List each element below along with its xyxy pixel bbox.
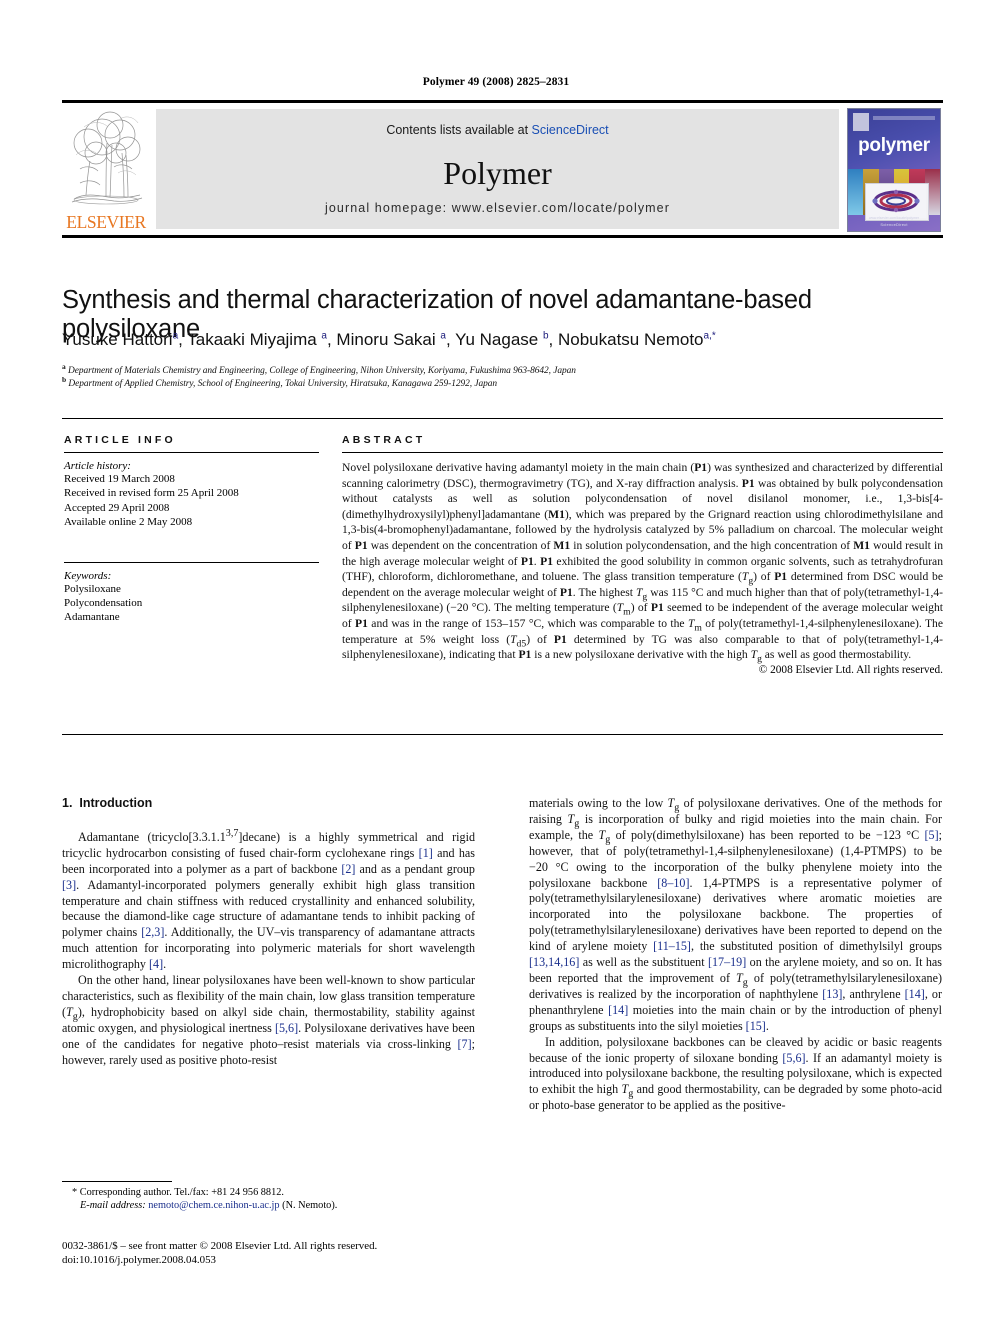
keyword-item: Polycondensation (64, 597, 143, 610)
article-history-item: Received in revised form 25 April 2008 (64, 487, 239, 500)
body-column-left: 1. Introduction Adamantane (tricyclo[3.3… (62, 796, 475, 1069)
journal-homepage-link[interactable]: journal homepage: www.elsevier.com/locat… (156, 201, 839, 215)
elsevier-logo: ELSEVIER (62, 103, 150, 235)
keyword-item: Adamantane (64, 611, 120, 624)
abstract-block-bottom-rule (62, 734, 943, 735)
paragraph: materials owing to the low Tg of polysil… (529, 796, 942, 1033)
body-column-right: materials owing to the low Tg of polysil… (529, 796, 942, 1114)
footnote-rule (62, 1181, 172, 1182)
cover-footer-brand: ScienceDirect (880, 222, 908, 227)
affiliation-b: b Department of Applied Chemistry, Schoo… (62, 374, 498, 389)
abstract-heading: ABSTRACT (342, 434, 426, 446)
contents-prefix: Contents lists available at (386, 123, 532, 137)
footnote-block: * Corresponding author. Tel./fax: +81 24… (62, 1186, 475, 1213)
cover-image: polymer www.elsevier.com/locate/polymer … (847, 108, 941, 232)
journal-article-page: Polymer 49 (2008) 2825–2831 ELSEVIER Con… (0, 0, 992, 1323)
article-history-label: Article history: (64, 460, 131, 472)
cover-title-text: polymer (858, 135, 930, 156)
email-owner: (N. Nemoto). (282, 1200, 338, 1212)
abstract-text: Novel polysiloxane derivative having ada… (342, 461, 944, 665)
keywords-label: Keywords: (64, 569, 112, 582)
article-history-item: Accepted 29 April 2008 (64, 501, 170, 514)
elsevier-wordmark: ELSEVIER (66, 212, 146, 232)
doi-line: doi:10.1016/j.polymer.2008.04.053 (62, 1253, 216, 1266)
masthead-center-band: Contents lists available at ScienceDirec… (156, 109, 839, 229)
article-info-spacer (64, 530, 319, 558)
abstract-copyright: © 2008 Elsevier Ltd. All rights reserved… (758, 663, 943, 676)
journal-title: Polymer (443, 155, 552, 191)
issn-line: 0032-3861/$ – see front matter © 2008 El… (62, 1240, 378, 1252)
cover-caption: www.elsevier.com/locate/polymer (869, 216, 919, 220)
article-history-item: Available online 2 May 2008 (64, 516, 193, 529)
cover-top-bar (873, 116, 935, 120)
email-link[interactable]: nemoto@chem.ce.nihon-u.ac.jp (148, 1200, 279, 1211)
affiliation-a: a Department of Materials Chemistry and … (62, 361, 576, 376)
paragraph: On the other hand, linear polysiloxanes … (62, 973, 475, 1067)
abstract-rule (342, 452, 943, 453)
cover-elsevier-icon (853, 113, 869, 131)
elsevier-tree-icon (66, 109, 146, 207)
article-info-column: ARTICLE INFO Article history: Received 1… (64, 434, 319, 625)
article-info-heading: ARTICLE INFO (64, 434, 176, 446)
sciencedirect-link[interactable]: ScienceDirect (532, 123, 609, 137)
email-note: E-mail address: nemoto@chem.ce.nihon-u.a… (62, 1199, 475, 1212)
email-label: E-mail address: (80, 1200, 146, 1212)
keywords-rule (64, 561, 319, 563)
section-heading-introduction: 1. Introduction (62, 796, 153, 810)
cover-molecule-svg (866, 184, 926, 218)
paragraph: Adamantane (tricyclo[3.3.1.13,7]decane) … (62, 827, 475, 972)
imprint-block: 0032-3861/$ – see front matter © 2008 El… (62, 1240, 532, 1267)
running-head: Polymer 49 (2008) 2825–2831 (422, 76, 570, 88)
abstract-column: ABSTRACT Novel polysiloxane derivative h… (342, 434, 943, 676)
corresponding-author-note: * Corresponding author. Tel./fax: +81 24… (72, 1187, 284, 1198)
contents-lists-line: Contents lists available at ScienceDirec… (156, 123, 839, 137)
elsevier-tree-svg (66, 109, 146, 207)
journal-masthead: ELSEVIER Contents lists available at Sci… (62, 100, 943, 238)
paragraph: In addition, polysiloxane backbones can … (529, 1034, 942, 1113)
article-history-item: Received 19 March 2008 (64, 473, 175, 485)
abstract-block-top-rule (62, 418, 943, 419)
keyword-item: Polysiloxane (64, 582, 121, 595)
author-list: Yusuke Hattoria, Takaaki Miyajima a, Min… (62, 330, 716, 349)
journal-cover-thumbnail[interactable]: polymer www.elsevier.com/locate/polymer … (839, 103, 943, 235)
article-info-rule (64, 452, 319, 453)
